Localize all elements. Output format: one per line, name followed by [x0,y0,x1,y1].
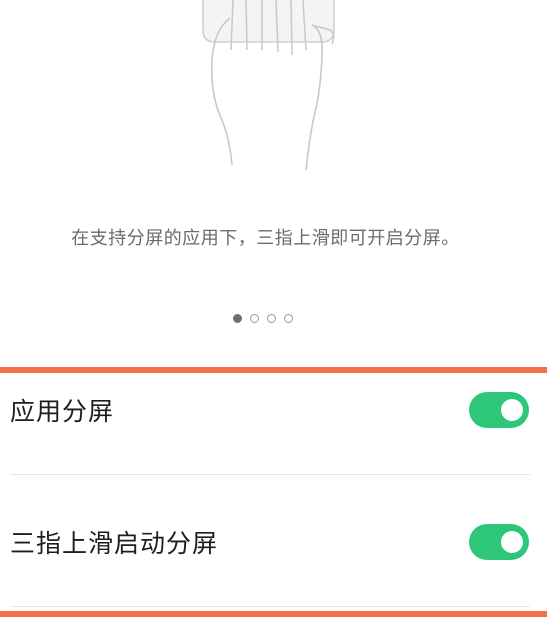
three-finger-swipe-toggle[interactable] [469,524,529,560]
page-dot-2[interactable] [250,314,259,323]
gesture-illustration [0,0,547,200]
setting-row-app-split-screen[interactable]: 应用分屏 [0,370,547,450]
setting-label-app-split-screen: 应用分屏 [10,397,115,426]
toggle-knob [501,399,523,421]
app-split-screen-toggle[interactable] [469,392,529,428]
three-finger-swipe-hand-icon [202,0,335,171]
setting-label-three-finger-swipe: 三指上滑启动分屏 [10,529,219,558]
gesture-caption: 在支持分屏的应用下，三指上滑即可开启分屏。 [71,228,460,249]
setting-row-three-finger-swipe[interactable]: 三指上滑启动分屏 [0,502,547,582]
page-dot-1[interactable] [233,314,242,323]
row-divider [10,606,530,607]
highlight-bottom-border [0,611,547,617]
row-divider [10,474,530,475]
toggle-knob [501,531,523,553]
page-dot-4[interactable] [284,314,293,323]
page-dot-3[interactable] [267,314,276,323]
page-indicator [233,314,293,323]
